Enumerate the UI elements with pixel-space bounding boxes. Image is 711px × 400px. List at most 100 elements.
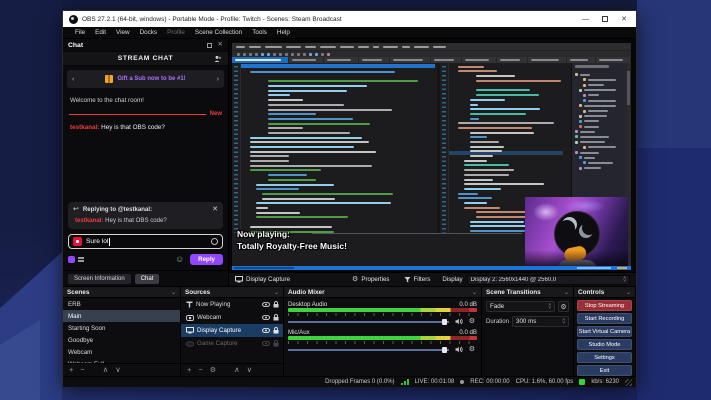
chat-message[interactable]: testkanal: Hey is that OBS code?: [70, 124, 221, 131]
menu-docks[interactable]: Docks: [135, 29, 163, 36]
chat-message-input[interactable]: Sure lol: [68, 234, 223, 249]
source-properties-button[interactable]: ⚙: [210, 367, 216, 374]
chat-username[interactable]: testkanal:: [70, 124, 99, 131]
window-title: OBS 27.2.1 (64-bit, windows) - Portable …: [82, 15, 342, 23]
scene-item[interactable]: Goodbye: [63, 334, 180, 346]
transition-select[interactable]: Fade ˄ ˅: [486, 301, 555, 312]
properties-button[interactable]: ⚙ Properties: [352, 276, 389, 283]
volume-slider[interactable]: [288, 321, 449, 323]
menu-scene-collection[interactable]: Scene Collection: [190, 29, 247, 36]
exit-button[interactable]: Exit: [577, 365, 632, 376]
volume-slider-handle[interactable]: [442, 347, 447, 353]
move-source-up-button[interactable]: ∧: [234, 366, 240, 374]
stream-chat-header: STREAM CHAT: [63, 51, 228, 66]
live-timer: LIVE: 00:01:08: [414, 379, 455, 385]
source-item-hidden[interactable]: Game Capture: [181, 337, 283, 350]
emote-picker-icon[interactable]: ☺: [175, 255, 184, 264]
scenes-title: Scenes: [67, 288, 90, 296]
gift-sub-banner[interactable]: ‹ Gift a Sub now to be #1! ›: [67, 70, 224, 88]
move-source-down-button[interactable]: ∨: [247, 366, 253, 374]
select-arrows-icon: ˄ ˅: [548, 302, 551, 310]
text-caret: [109, 237, 111, 246]
menu-tools[interactable]: Tools: [247, 29, 272, 36]
source-item[interactable]: Webcam: [181, 311, 283, 324]
lock-icon[interactable]: [273, 314, 279, 321]
menu-help[interactable]: Help: [272, 29, 295, 36]
eye-icon[interactable]: [262, 341, 270, 346]
eye-icon[interactable]: [262, 328, 270, 333]
remove-scene-button[interactable]: −: [80, 366, 84, 374]
program-canvas[interactable]: Now playing: Totally Royalty-Free Music!: [229, 39, 636, 272]
channel-db-value: 0.0 dB: [459, 328, 477, 336]
menu-edit[interactable]: Edit: [90, 29, 111, 36]
filters-button[interactable]: Filters: [404, 276, 430, 283]
settings-button[interactable]: Settings: [577, 352, 632, 363]
volume-slider-handle[interactable]: [442, 319, 447, 325]
display-select[interactable]: Display 2: 2560x1440 @ 2560,0 ˄ ˅: [466, 274, 630, 285]
selected-source: Display Capture: [235, 276, 290, 283]
controls-title: Controls: [578, 288, 605, 296]
studio-mode-button[interactable]: Studio Mode: [577, 339, 632, 350]
preview-area[interactable]: Now playing: Totally Royalty-Free Music!: [229, 39, 636, 286]
move-scene-up-button[interactable]: ∧: [103, 366, 109, 374]
menu-file[interactable]: File: [70, 29, 90, 36]
close-reply-icon[interactable]: ✕: [212, 206, 218, 213]
close-button[interactable]: ✕: [621, 16, 627, 23]
chat-dock-titlebar[interactable]: Chat ✕: [63, 39, 228, 51]
desktop: OBS 27.2.1 (64-bit, windows) - Portable …: [0, 0, 711, 400]
channel-settings-icon[interactable]: ⚙: [469, 317, 475, 325]
display-label: Display: [442, 276, 463, 283]
add-scene-button[interactable]: +: [69, 366, 73, 374]
add-source-button[interactable]: +: [187, 366, 191, 374]
popout-icon[interactable]: [206, 42, 212, 48]
source-item-active[interactable]: Display Capture: [181, 324, 283, 337]
line-numbers: [232, 63, 241, 233]
menu-view[interactable]: View: [111, 29, 135, 36]
transition-settings-button[interactable]: ⚙: [558, 301, 569, 312]
dock-options-icon[interactable]: ⌄: [171, 289, 176, 296]
channel-points-icon[interactable]: [68, 256, 75, 263]
maximize-button[interactable]: [602, 16, 609, 22]
speaker-icon[interactable]: [455, 346, 463, 353]
chat-message-text: Hey is that OBS code?: [101, 124, 165, 131]
dock-options-icon[interactable]: ⌄: [626, 289, 631, 296]
scene-item[interactable]: Webcam: [63, 346, 180, 358]
dock-options-icon[interactable]: ⌄: [274, 289, 279, 296]
spinner-arrows-icon: ˄ ˅: [562, 317, 565, 325]
status-bar: Dropped Frames 0 (0.0%) LIVE: 00:01:08 R…: [63, 376, 636, 387]
channel-settings-icon[interactable]: ⚙: [469, 345, 475, 353]
window-titlebar[interactable]: OBS 27.2.1 (64-bit, windows) - Portable …: [63, 11, 636, 27]
menu-profile[interactable]: Profile: [162, 29, 190, 36]
lock-icon[interactable]: [273, 301, 279, 308]
reply-button[interactable]: Reply: [190, 254, 223, 265]
webcam-overlay: [525, 197, 628, 266]
minimize-button[interactable]: —: [582, 16, 589, 23]
eye-icon[interactable]: [262, 302, 270, 307]
scene-item[interactable]: ERB: [63, 298, 180, 310]
chevron-right-icon[interactable]: ›: [217, 76, 219, 83]
lock-icon[interactable]: [273, 340, 279, 347]
start-recording-button[interactable]: Start Recording: [577, 313, 632, 324]
scene-item-active[interactable]: Main: [63, 310, 180, 322]
remove-source-button[interactable]: −: [198, 366, 202, 374]
close-icon[interactable]: ✕: [218, 41, 223, 49]
eye-icon[interactable]: [262, 315, 270, 320]
dock-options-icon[interactable]: ⌄: [472, 289, 477, 296]
move-scene-down-button[interactable]: ∨: [115, 366, 121, 374]
tab-chat[interactable]: Chat: [134, 273, 160, 284]
viewer-list-icon[interactable]: [214, 55, 222, 63]
source-item[interactable]: Now Playing: [181, 298, 283, 311]
mixer-channel-desktop-audio: Desktop Audio 0.0 dB ⚙: [284, 298, 481, 326]
duration-spinbox[interactable]: 300 ms ˄ ˅: [512, 316, 569, 327]
dock-options-icon[interactable]: ⌄: [564, 289, 569, 296]
scene-item[interactable]: Starting Soon: [63, 322, 180, 334]
stop-streaming-button[interactable]: Stop Streaming: [577, 300, 632, 311]
lock-icon[interactable]: [273, 327, 279, 334]
resize-grip[interactable]: [625, 378, 632, 386]
emote-ring-icon[interactable]: [211, 238, 218, 245]
speaker-icon[interactable]: [455, 318, 463, 325]
tab-screen-information[interactable]: Screen Information: [68, 273, 131, 284]
reply-arrow-icon: ↩: [73, 206, 79, 213]
volume-slider[interactable]: [288, 349, 449, 351]
start-virtual-camera-button[interactable]: Start Virtual Camera: [577, 326, 632, 337]
